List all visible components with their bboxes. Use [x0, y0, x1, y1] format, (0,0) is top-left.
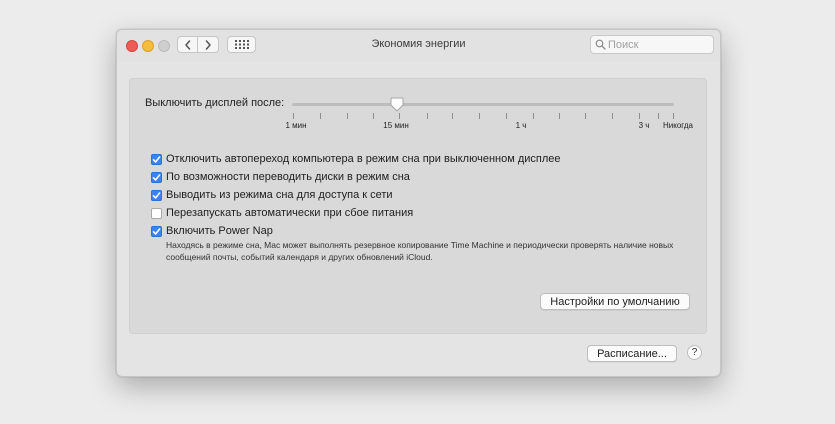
- option-restart-power-failure[interactable]: Перезапускать автоматически при сбое пит…: [151, 206, 413, 220]
- checkmark-icon: [152, 227, 161, 235]
- option-label: Отключить автопереход компьютера в режим…: [166, 153, 561, 165]
- slider-tick: [612, 113, 613, 119]
- slider-tick: [533, 113, 534, 119]
- tick-label-3h: 3 ч: [638, 121, 650, 130]
- slider-tick: [673, 113, 674, 119]
- checkbox[interactable]: [151, 225, 162, 237]
- help-button[interactable]: ?: [687, 345, 702, 360]
- search-field[interactable]: [590, 35, 714, 54]
- option-wake-network[interactable]: Выводить из режима сна для доступа к сет…: [151, 188, 393, 202]
- checkbox[interactable]: [151, 189, 162, 201]
- restore-defaults-button[interactable]: Настройки по умолчанию: [540, 293, 690, 310]
- slider-tick: [399, 113, 400, 119]
- slider-tick: [347, 113, 348, 119]
- schedule-button[interactable]: Расписание...: [587, 345, 677, 362]
- search-icon: [595, 39, 606, 50]
- slider-tick: [559, 113, 560, 119]
- option-label: Включить Power Nap: [166, 225, 273, 237]
- slider-tick: [585, 113, 586, 119]
- tick-label-1min: 1 мин: [285, 121, 307, 130]
- display-sleep-slider-track[interactable]: [292, 103, 674, 106]
- title-bar: Экономия энергии: [117, 30, 720, 61]
- option-disks-sleep[interactable]: По возможности переводить диски в режим …: [151, 170, 410, 184]
- slider-tick: [452, 113, 453, 119]
- option-label: По возможности переводить диски в режим …: [166, 171, 410, 183]
- checkbox[interactable]: [151, 171, 162, 183]
- power-nap-description: Находясь в режиме сна, Mac может выполня…: [166, 240, 674, 262]
- option-power-nap[interactable]: Включить Power Nap: [151, 224, 273, 238]
- slider-tick: [479, 113, 480, 119]
- option-label: Выводить из режима сна для доступа к сет…: [166, 189, 393, 201]
- checkmark-icon: [152, 173, 161, 181]
- slider-tick: [320, 113, 321, 119]
- slider-tick: [427, 113, 428, 119]
- checkmark-icon: [152, 191, 161, 199]
- preferences-window: Экономия энергии Выключить дисплей после…: [116, 29, 721, 377]
- slider-tick: [658, 113, 659, 119]
- display-sleep-label: Выключить дисплей после:: [145, 97, 285, 109]
- tick-label-1h: 1 ч: [515, 121, 527, 130]
- tick-label-never: Никогда: [663, 121, 693, 130]
- option-prevent-sleep[interactable]: Отключить автопереход компьютера в режим…: [151, 152, 561, 166]
- search-input[interactable]: [608, 37, 708, 52]
- settings-panel: Выключить дисплей после: 1 мин 15 мин 1 …: [129, 78, 707, 334]
- display-sleep-slider-thumb[interactable]: [390, 97, 404, 113]
- option-label: Перезапускать автоматически при сбое пит…: [166, 207, 414, 219]
- slider-tick: [293, 113, 294, 119]
- slider-tick: [506, 113, 507, 119]
- checkbox[interactable]: [151, 153, 162, 165]
- checkmark-icon: [152, 155, 161, 163]
- tick-label-15min: 15 мин: [383, 121, 409, 130]
- slider-tick: [639, 113, 640, 119]
- slider-tick: [373, 113, 374, 119]
- checkbox[interactable]: [151, 207, 162, 219]
